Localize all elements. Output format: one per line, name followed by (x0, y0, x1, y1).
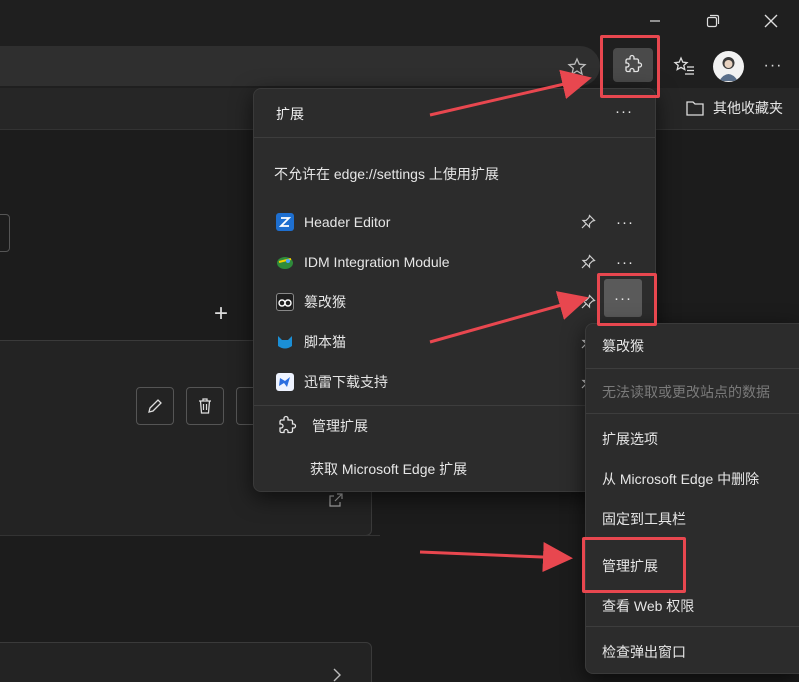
extensions-notice: 不允许在 edge://settings 上使用扩展 (274, 166, 499, 182)
menu-item-extension-options[interactable]: 扩展选项 (602, 429, 658, 449)
highlight-manage-extensions (582, 537, 686, 593)
avatar[interactable] (713, 51, 744, 82)
external-link-icon[interactable] (326, 490, 346, 510)
menu-item-inspect-popup[interactable]: 检查弹出窗口 (602, 642, 686, 662)
highlight-more-button (597, 273, 657, 326)
address-bar[interactable] (0, 46, 600, 86)
trash-icon (199, 398, 211, 414)
divider (586, 413, 799, 414)
extension-context-menu: 篡改猴 无法读取或更改站点的数据 扩展选项 从 Microsoft Edge 中… (585, 323, 799, 674)
extensions-panel-more-button[interactable]: ··· (615, 103, 633, 120)
more-icon[interactable]: ··· (760, 56, 786, 76)
thunder-icon (276, 373, 294, 391)
divider (254, 137, 655, 138)
chevron-right-icon (330, 668, 344, 682)
extension-more-button[interactable]: ··· (616, 254, 634, 271)
pin-icon[interactable] (580, 294, 596, 310)
delete-button[interactable] (186, 387, 224, 425)
add-icon[interactable]: + (214, 300, 228, 328)
puzzle-icon (279, 415, 297, 434)
get-extensions-link[interactable]: 获取 Microsoft Edge 扩展 (310, 459, 467, 479)
extension-more-button[interactable]: ··· (616, 214, 634, 231)
title-bar (0, 0, 799, 42)
menu-item-web-permissions[interactable]: 查看 Web 权限 (602, 596, 694, 616)
divider (0, 535, 380, 536)
browser-toolbar: ··· (0, 42, 799, 88)
pencil-icon (148, 399, 162, 413)
manage-extensions-link[interactable]: 管理扩展 (276, 415, 368, 437)
extension-name: 迅雷下载支持 (304, 374, 388, 390)
restore-icon[interactable] (698, 8, 728, 34)
extension-name: 脚本猫 (304, 334, 346, 350)
extension-name: Header Editor (304, 214, 391, 230)
extension-name: 篡改猴 (304, 294, 346, 310)
favorites-list-icon[interactable] (670, 54, 698, 78)
other-favorites-label: 其他收藏夹 (713, 100, 783, 116)
divider (586, 368, 799, 369)
scriptcat-icon (276, 333, 294, 351)
close-icon[interactable] (756, 8, 786, 34)
extension-item-idm[interactable]: IDM Integration Module ··· (254, 242, 655, 282)
extension-item-tampermonkey[interactable]: 篡改猴 ··· (254, 279, 655, 322)
search-input[interactable] (0, 214, 10, 252)
divider (586, 626, 799, 627)
pin-icon[interactable] (580, 254, 596, 270)
menu-item-pin-toolbar[interactable]: 固定到工具栏 (602, 509, 686, 529)
favorites-star-icon[interactable] (566, 56, 588, 78)
extensions-panel-title: 扩展 (276, 106, 304, 122)
folder-icon (686, 101, 704, 116)
settings-row[interactable] (0, 642, 372, 682)
extension-item-header-editor[interactable]: Header Editor ··· (254, 202, 655, 242)
menu-item-site-access: 无法读取或更改站点的数据 (602, 384, 770, 400)
edit-button[interactable] (136, 387, 174, 425)
other-favorites-folder[interactable]: 其他收藏夹 (685, 98, 783, 118)
header-editor-icon (276, 213, 294, 231)
minimize-icon[interactable] (640, 8, 670, 34)
idm-icon (276, 253, 294, 271)
tampermonkey-icon (276, 293, 294, 311)
pin-icon[interactable] (580, 214, 596, 230)
menu-item-extension-name[interactable]: 篡改猴 (602, 336, 644, 356)
extension-name: IDM Integration Module (304, 254, 450, 270)
manage-extensions-label: 管理扩展 (312, 418, 368, 434)
highlight-extensions-button (600, 35, 660, 98)
menu-item-remove[interactable]: 从 Microsoft Edge 中删除 (602, 469, 759, 489)
